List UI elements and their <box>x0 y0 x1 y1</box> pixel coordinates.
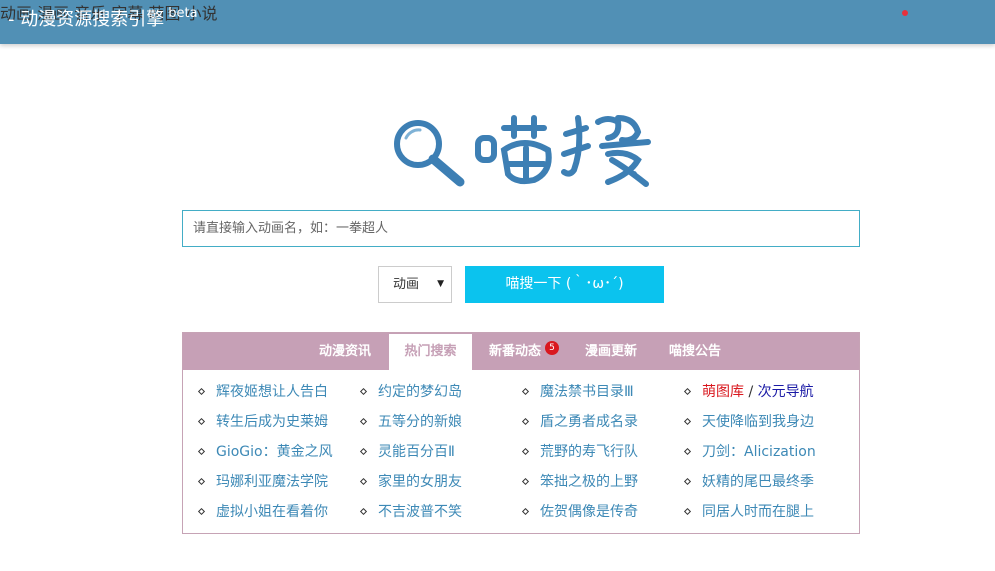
diamond-bullet-icon <box>521 507 530 516</box>
diamond-bullet-icon <box>197 417 206 426</box>
diamond-bullet-icon <box>683 507 692 516</box>
site-brand[interactable]: - 动漫资源搜索引擎 beta <box>8 6 198 34</box>
slash-separator: / <box>748 384 754 400</box>
diamond-bullet-icon <box>197 507 206 516</box>
hot-item[interactable]: 笨拙之极的上野 <box>521 472 638 492</box>
new-dot-indicator <box>902 10 908 16</box>
tab-bar: 动漫资讯 热门搜索 新番动态 5 漫画更新 喵搜公告 <box>183 333 859 370</box>
hot-item[interactable]: 灵能百分百Ⅱ <box>359 442 455 462</box>
search-input[interactable] <box>182 210 860 247</box>
hot-item[interactable]: 五等分的新娘 <box>359 412 462 432</box>
diamond-bullet-icon <box>521 477 530 486</box>
hot-item[interactable]: 转生后成为史莱姆 <box>197 412 328 432</box>
diamond-bullet-icon <box>197 447 206 456</box>
hot-item[interactable]: 约定的梦幻岛 <box>359 382 462 402</box>
hot-item[interactable]: 不吉波普不笑 <box>359 502 462 522</box>
tab-announcement[interactable]: 喵搜公告 <box>659 333 731 370</box>
miaosou-logo <box>394 115 651 187</box>
tab-new-anime[interactable]: 新番动态 <box>479 333 551 370</box>
tab-news[interactable]: 动漫资讯 <box>309 333 381 370</box>
hot-item[interactable]: 天使降临到我身边 <box>683 412 814 432</box>
type-select-value: 动画 <box>393 277 420 292</box>
type-select[interactable]: 动画 ▼ <box>378 266 452 303</box>
hot-panel: 动漫资讯 热门搜索 新番动态 5 漫画更新 喵搜公告 辉夜姬想让人告白 约定的梦… <box>182 332 860 534</box>
hot-item[interactable]: 荒野的寿飞行队 <box>521 442 638 462</box>
hot-item[interactable]: 妖精的尾巴最终季 <box>683 472 814 492</box>
diamond-bullet-icon <box>521 417 530 426</box>
hot-item[interactable]: 同居人时而在腿上 <box>683 502 814 522</box>
hot-item[interactable]: 魔法禁书目录Ⅲ <box>521 382 634 402</box>
hot-item[interactable]: 虚拟小姐在看着你 <box>197 502 328 522</box>
diamond-bullet-icon <box>359 417 368 426</box>
hot-item-links: 萌图库 / 次元导航 <box>683 382 814 402</box>
brand-title[interactable]: - 动漫资源搜索引擎 <box>8 9 164 30</box>
hot-item[interactable]: GioGio：黄金之风 <box>197 442 333 462</box>
tab-manga-update[interactable]: 漫画更新 <box>575 333 647 370</box>
chevron-down-icon: ▼ <box>437 279 444 289</box>
diamond-bullet-icon <box>683 447 692 456</box>
diamond-bullet-icon <box>521 387 530 396</box>
new-anime-badge: 5 <box>545 341 559 355</box>
diamond-bullet-icon <box>359 447 368 456</box>
pic-library-link[interactable]: 萌图库 <box>702 384 744 400</box>
diamond-bullet-icon <box>359 477 368 486</box>
diamond-bullet-icon <box>683 387 692 396</box>
hot-item[interactable]: 玛娜利亚魔法学院 <box>197 472 328 492</box>
tab-hot-search[interactable]: 热门搜索 <box>389 334 472 370</box>
hot-item[interactable]: 家里的女朋友 <box>359 472 462 492</box>
diamond-bullet-icon <box>683 477 692 486</box>
top-navbar: - 动漫资源搜索引擎 beta 动画 漫画 音乐 字幕 萌图 小说 <box>0 0 995 44</box>
diamond-bullet-icon <box>683 417 692 426</box>
diamond-bullet-icon <box>197 387 206 396</box>
hot-item[interactable]: 盾之勇者成名录 <box>521 412 638 432</box>
beta-label: beta <box>168 6 198 21</box>
hot-item[interactable]: 佐贺偶像是传奇 <box>521 502 638 522</box>
dimension-nav-link[interactable]: 次元导航 <box>758 384 814 400</box>
diamond-bullet-icon <box>197 477 206 486</box>
search-button[interactable]: 喵搜一下 (｀･ω･´) <box>465 266 664 303</box>
hot-item[interactable]: 刀剑：Alicization <box>683 442 816 462</box>
diamond-bullet-icon <box>359 387 368 396</box>
hot-item[interactable]: 辉夜姬想让人告白 <box>197 382 328 402</box>
diamond-bullet-icon <box>359 507 368 516</box>
diamond-bullet-icon <box>521 447 530 456</box>
